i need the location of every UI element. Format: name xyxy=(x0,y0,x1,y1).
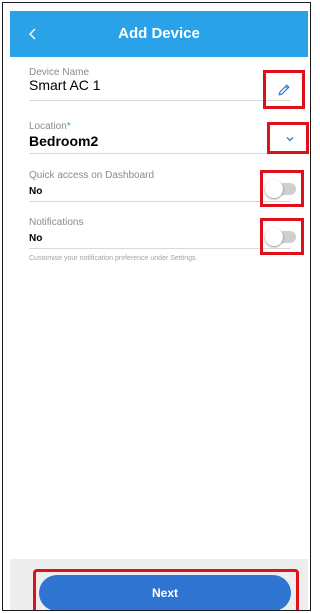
highlight-box xyxy=(33,569,299,610)
divider xyxy=(29,100,291,101)
location-label: Location* xyxy=(29,121,291,132)
notifications-label: Notifications xyxy=(29,217,84,228)
location-label-text: Location xyxy=(29,121,67,132)
device-name-field: Device Name Smart AC 1 xyxy=(29,67,291,93)
highlight-box xyxy=(260,170,304,207)
quick-access-label: Quick access on Dashboard xyxy=(29,170,155,181)
highlight-box xyxy=(267,122,309,154)
highlight-box xyxy=(263,70,305,109)
quick-access-field: Quick access on Dashboard No xyxy=(29,170,291,197)
divider xyxy=(29,153,291,154)
quick-access-value: No xyxy=(29,186,43,197)
divider xyxy=(29,248,291,249)
page-title: Add Device xyxy=(118,25,200,42)
required-mark: * xyxy=(66,121,71,132)
notifications-field: Notifications No xyxy=(29,217,291,244)
device-name-input[interactable]: Smart AC 1 xyxy=(29,77,291,93)
notification-hint: Customise your notification preference u… xyxy=(29,255,198,262)
app-screen: Add Device Device Name Smart AC 1 Locati… xyxy=(2,2,311,611)
header-bar: Add Device xyxy=(10,11,308,57)
location-select[interactable]: Bedroom2 xyxy=(29,133,291,149)
location-field: Location* Bedroom2 xyxy=(29,121,291,149)
divider xyxy=(29,201,291,202)
highlight-box xyxy=(260,218,304,255)
notifications-value: No xyxy=(29,233,43,244)
